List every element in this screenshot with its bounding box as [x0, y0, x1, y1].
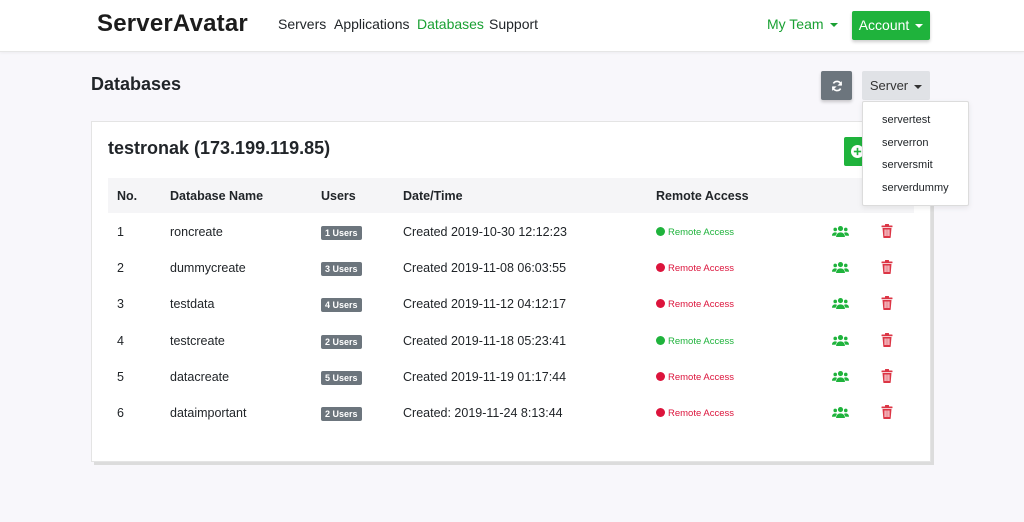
- status-dot-icon: [656, 408, 665, 417]
- created-datetime: Created: 2019-11-24 8:13:44: [403, 406, 563, 420]
- column-header-users: Users: [321, 189, 356, 203]
- caret-down-icon: [914, 84, 923, 89]
- created-datetime: Created 2019-11-12 04:12:17: [403, 297, 567, 312]
- users-icon[interactable]: [832, 370, 849, 383]
- my-team-dropdown[interactable]: My Team: [767, 16, 838, 32]
- caret-down-icon: [915, 24, 924, 29]
- status-dot-icon: [656, 227, 665, 236]
- row-number: 6: [117, 406, 124, 420]
- database-name: testcreate: [170, 333, 225, 348]
- column-header-no: No.: [117, 189, 138, 203]
- column-header-datetime: Date/Time: [403, 189, 463, 203]
- trash-icon[interactable]: [881, 368, 893, 383]
- trash-icon[interactable]: [881, 405, 893, 419]
- nav-link-applications[interactable]: Applications: [334, 16, 410, 32]
- table-header: No. Database Name Users Date/Time Remote…: [108, 178, 914, 213]
- users-count-badge: 2 Users: [321, 334, 362, 349]
- server-option-serverdummy[interactable]: serverdummy: [882, 182, 949, 194]
- trash-icon[interactable]: [881, 332, 893, 347]
- row-number: 3: [117, 297, 124, 312]
- remote-access-label: Remote Access: [668, 408, 734, 419]
- refresh-button[interactable]: [821, 71, 852, 100]
- status-dot-icon: [656, 335, 665, 345]
- table-row: 4 testcreate 2 Users Created 2019-11-18 05:…: [108, 323, 914, 359]
- row-number: 2: [117, 261, 124, 276]
- server-select-button[interactable]: Server: [862, 71, 930, 100]
- account-button[interactable]: Account: [852, 11, 930, 40]
- database-name: dataimportant: [170, 406, 247, 420]
- column-header-remote-access: Remote Access: [656, 189, 749, 203]
- created-datetime: Created 2019-10-30 12:12:23: [403, 225, 568, 239]
- nav-link-support[interactable]: Support: [489, 16, 538, 32]
- remote-access-label: Remote Access: [668, 263, 734, 275]
- table-row: 5 datacreate 5 Users Created 2019-11-19 01:…: [108, 359, 914, 395]
- server-option-serversmit[interactable]: serversmit: [882, 159, 933, 171]
- server-button-label: Server: [869, 78, 909, 93]
- database-name: roncreate: [170, 225, 223, 239]
- table-row: 3 testdata 4 Users Created 2019-11-12 04:12…: [108, 286, 914, 322]
- users-count-badge: 1 Users: [321, 226, 362, 240]
- remote-access-label: Remote Access: [668, 371, 734, 383]
- brand-logo[interactable]: ServerAvatar: [97, 10, 248, 38]
- database-name: datacreate: [170, 369, 230, 384]
- users-icon[interactable]: [832, 261, 849, 274]
- users-icon[interactable]: [832, 406, 849, 419]
- created-datetime: Created 2019-11-19 01:17:44: [403, 369, 567, 384]
- database-card: testronak (173.199.119.85) No. Database …: [91, 121, 931, 462]
- row-number: 5: [117, 369, 124, 384]
- top-navbar: ServerAvatar Servers Applications Databa…: [0, 0, 1024, 52]
- users-icon[interactable]: [832, 225, 849, 238]
- users-icon[interactable]: [832, 297, 849, 310]
- server-dropdown-menu: servertest serverron serversmit serverdu…: [862, 101, 969, 206]
- remote-access-toggle[interactable]: Remote Access: [656, 335, 734, 347]
- account-label: Account: [858, 17, 910, 33]
- status-dot-icon: [656, 263, 665, 273]
- row-number: 1: [117, 225, 124, 239]
- database-name: testdata: [170, 297, 215, 312]
- trash-icon[interactable]: [881, 260, 893, 275]
- status-dot-icon: [656, 371, 665, 381]
- row-number: 4: [117, 333, 124, 348]
- trash-icon[interactable]: [881, 224, 893, 238]
- column-header-database-name: Database Name: [170, 189, 264, 203]
- server-option-servertest[interactable]: servertest: [882, 114, 930, 126]
- refresh-icon: [831, 80, 842, 91]
- server-card-title: testronak (173.199.119.85): [108, 138, 331, 158]
- my-team-label: My Team: [767, 16, 824, 32]
- users-count-badge: 2 Users: [321, 407, 362, 421]
- page-title: Databases: [91, 74, 182, 94]
- remote-access-label: Remote Access: [668, 335, 734, 347]
- remote-access-toggle[interactable]: Remote Access: [656, 263, 734, 274]
- server-option-serverron[interactable]: serverron: [882, 137, 928, 149]
- remote-access-toggle[interactable]: Remote Access: [656, 227, 734, 238]
- remote-access-toggle[interactable]: Remote Access: [656, 299, 734, 310]
- remote-access-label: Remote Access: [668, 227, 734, 238]
- nav-link-servers[interactable]: Servers: [278, 16, 326, 32]
- status-dot-icon: [656, 299, 665, 309]
- users-count-badge: 3 Users: [321, 262, 362, 277]
- created-datetime: Created 2019-11-08 06:03:55: [403, 261, 567, 276]
- table-row: 1 roncreate 1 Users Created 2019-10-30 12:1…: [108, 214, 914, 250]
- remote-access-label: Remote Access: [668, 299, 734, 311]
- trash-icon[interactable]: [881, 296, 893, 311]
- users-count-badge: 5 Users: [321, 370, 362, 385]
- caret-down-icon: [829, 23, 838, 28]
- table-row: 2 dummycreate 3 Users Created 2019-11-08 06…: [108, 250, 914, 286]
- users-icon[interactable]: [832, 334, 849, 347]
- nav-link-databases[interactable]: Databases: [417, 16, 484, 32]
- remote-access-toggle[interactable]: Remote Access: [656, 371, 734, 383]
- users-count-badge: 4 Users: [321, 298, 362, 313]
- table-row: 6 dataimportant 2 Users Created: 2019-11-24…: [108, 395, 914, 431]
- remote-access-toggle[interactable]: Remote Access: [656, 408, 734, 419]
- database-name: dummycreate: [170, 261, 246, 276]
- created-datetime: Created 2019-11-18 05:23:41: [403, 333, 567, 348]
